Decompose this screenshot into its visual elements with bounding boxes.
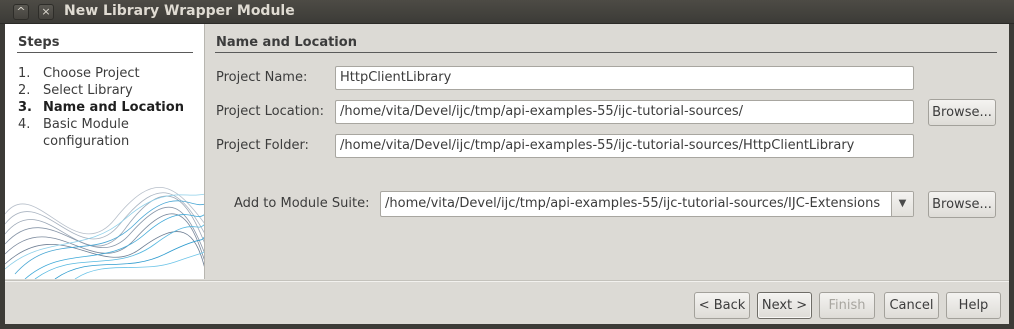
- minimize-button[interactable]: ^: [13, 4, 29, 20]
- project-location-label: Project Location:: [216, 104, 324, 119]
- section-divider: [215, 52, 997, 53]
- title-bar: ^ × New Library Wrapper Module: [0, 0, 1014, 24]
- step-number: 1.: [18, 66, 31, 81]
- close-button[interactable]: ×: [38, 4, 54, 20]
- step-label: Name and Location: [43, 100, 184, 115]
- browse-suite-button[interactable]: Browse...: [928, 191, 996, 218]
- step-number: 2.: [18, 83, 31, 98]
- window-title: New Library Wrapper Module: [64, 3, 295, 19]
- project-folder-label: Project Folder:: [216, 138, 309, 153]
- next-button[interactable]: Next >: [757, 292, 812, 319]
- project-name-label: Project Name:: [216, 70, 308, 85]
- steps-sidebar: Steps 1. Choose Project 2. Select Librar…: [5, 24, 205, 279]
- step-label: Basic Module configuration: [43, 117, 130, 149]
- step-item-name-and-location: 3. Name and Location: [18, 99, 203, 116]
- module-suite-combo[interactable]: /home/vita/Devel/ijc/tmp/api-examples-55…: [380, 191, 914, 217]
- step-label: Select Library: [43, 83, 133, 98]
- close-icon: ×: [41, 5, 51, 18]
- step-item-basic-module-configuration: 4. Basic Module configuration: [18, 116, 203, 150]
- steps-title: Steps: [18, 35, 60, 50]
- project-name-field[interactable]: HttpClientLibrary: [335, 66, 914, 90]
- steps-list: 1. Choose Project 2. Select Library 3. N…: [18, 65, 203, 150]
- chevron-down-icon[interactable]: ▼: [891, 192, 913, 216]
- footer-divider-highlight: [5, 281, 1009, 282]
- step-item-choose-project: 1. Choose Project: [18, 65, 203, 82]
- step-item-select-library: 2. Select Library: [18, 82, 203, 99]
- back-button[interactable]: < Back: [694, 292, 750, 319]
- cancel-button[interactable]: Cancel: [884, 292, 939, 319]
- section-title: Name and Location: [216, 35, 357, 50]
- dialog-body: Steps 1. Choose Project 2. Select Librar…: [5, 24, 1009, 324]
- decorative-waves-image: [5, 187, 204, 279]
- step-number: 4.: [18, 117, 31, 132]
- module-suite-label: Add to Module Suite:: [234, 196, 370, 211]
- module-suite-value: /home/vita/Devel/ijc/tmp/api-examples-55…: [385, 196, 881, 211]
- step-number: 3.: [18, 100, 32, 115]
- help-button[interactable]: Help: [946, 292, 1001, 319]
- project-location-field[interactable]: /home/vita/Devel/ijc/tmp/api-examples-55…: [335, 100, 914, 124]
- project-folder-field: /home/vita/Devel/ijc/tmp/api-examples-55…: [335, 134, 914, 158]
- finish-button[interactable]: Finish: [819, 292, 875, 319]
- browse-location-button[interactable]: Browse...: [928, 99, 996, 126]
- steps-divider: [17, 52, 193, 53]
- step-label: Choose Project: [43, 66, 140, 81]
- minimize-icon: ^: [16, 5, 26, 18]
